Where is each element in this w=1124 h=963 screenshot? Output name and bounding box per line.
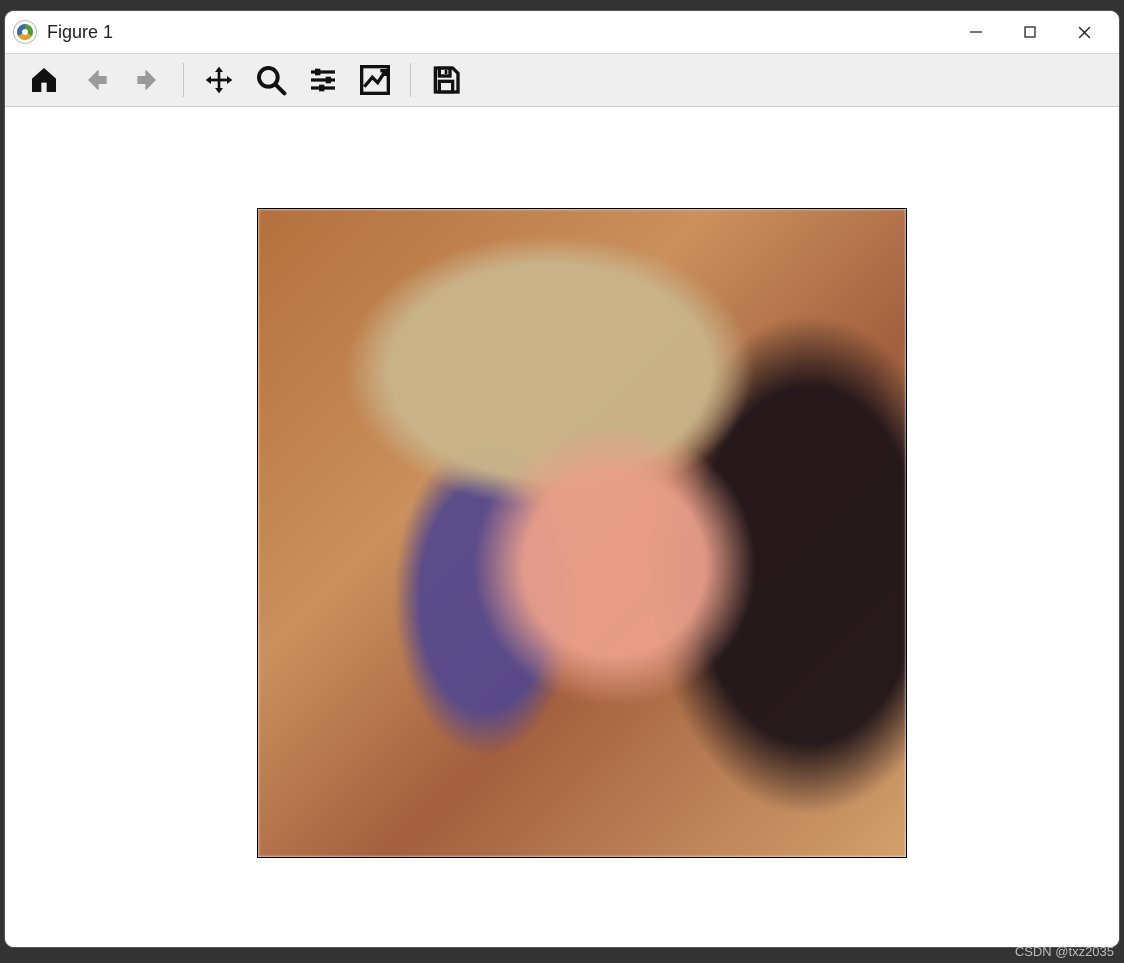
close-icon bbox=[1077, 25, 1092, 40]
toolbar-separator bbox=[183, 63, 184, 97]
close-button[interactable] bbox=[1057, 11, 1111, 53]
displayed-image bbox=[258, 209, 906, 857]
figure-window: Figure 1 bbox=[4, 10, 1120, 948]
zoom-button[interactable] bbox=[252, 61, 290, 99]
chart-line-icon bbox=[359, 64, 391, 96]
save-icon bbox=[430, 64, 462, 96]
forward-icon bbox=[132, 64, 164, 96]
toolbar bbox=[5, 53, 1119, 107]
app-icon bbox=[13, 20, 37, 44]
maximize-icon bbox=[1023, 25, 1037, 39]
back-icon bbox=[80, 64, 112, 96]
save-button[interactable] bbox=[427, 61, 465, 99]
minimize-icon bbox=[969, 25, 983, 39]
plot-axes[interactable]: 0 50 100 150 200 250 0 50 100 150 200 25… bbox=[257, 208, 907, 858]
pan-icon bbox=[203, 64, 235, 96]
forward-button[interactable] bbox=[129, 61, 167, 99]
sliders-icon bbox=[307, 64, 339, 96]
back-button[interactable] bbox=[77, 61, 115, 99]
maximize-button[interactable] bbox=[1003, 11, 1057, 53]
home-button[interactable] bbox=[25, 61, 63, 99]
titlebar: Figure 1 bbox=[5, 11, 1119, 53]
toolbar-separator bbox=[410, 63, 411, 97]
edit-axis-button[interactable] bbox=[356, 61, 394, 99]
home-icon bbox=[28, 64, 60, 96]
configure-subplots-button[interactable] bbox=[304, 61, 342, 99]
window-title: Figure 1 bbox=[47, 22, 113, 43]
minimize-button[interactable] bbox=[949, 11, 1003, 53]
pan-button[interactable] bbox=[200, 61, 238, 99]
watermark: CSDN @txz2035 bbox=[1015, 944, 1114, 959]
plot-canvas[interactable]: 0 50 100 150 200 250 0 50 100 150 200 25… bbox=[5, 107, 1119, 947]
zoom-icon bbox=[255, 64, 287, 96]
